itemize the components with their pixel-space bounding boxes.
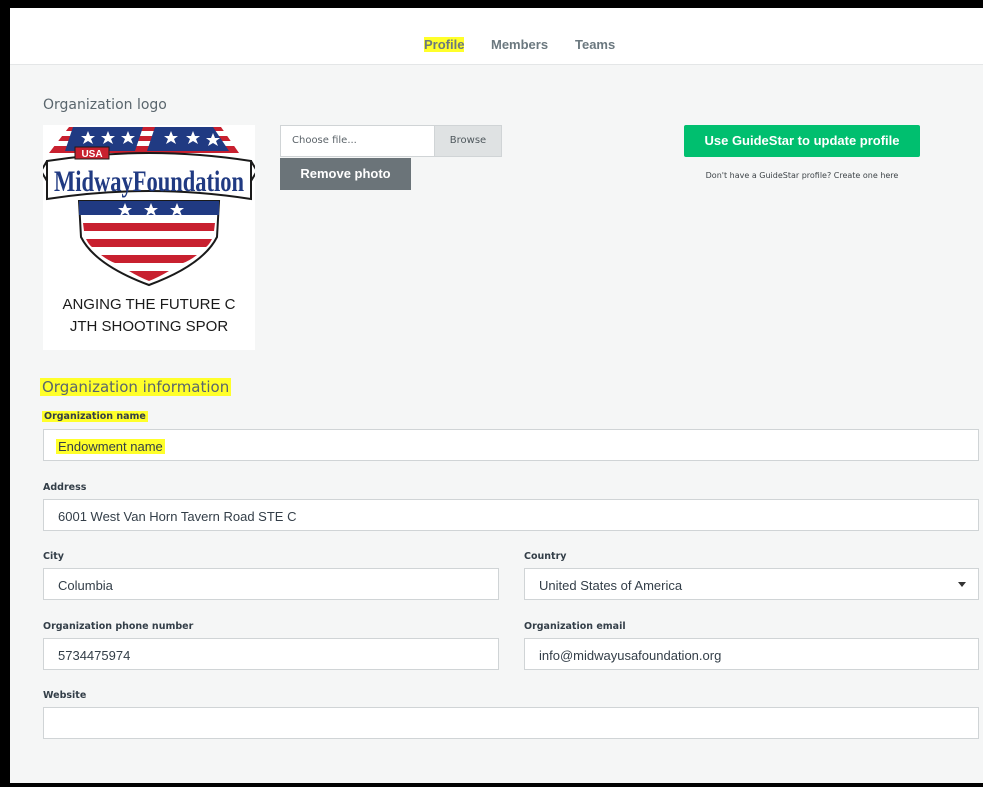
city-input[interactable]: Columbia: [43, 568, 499, 600]
logo-brand-text: MidwayFoundation: [54, 165, 244, 198]
midway-foundation-logo-image: USA MidwayFoundation ANGING THE FUTURE C…: [43, 127, 255, 335]
file-input-placeholder: Choose file...: [292, 135, 357, 146]
website-input[interactable]: [43, 707, 979, 739]
remove-photo-button[interactable]: Remove photo: [280, 158, 411, 190]
phone-value: 5734475974: [58, 648, 131, 663]
email-input[interactable]: info@midwayusafoundation.org: [524, 638, 979, 670]
profile-page: Profile Members Teams Organization logo: [10, 8, 983, 783]
tab-profile[interactable]: Profile: [424, 37, 465, 52]
guidestar-create-link[interactable]: Don't have a GuideStar profile? Create o…: [684, 171, 920, 180]
address-input[interactable]: 6001 West Van Horn Tavern Road STE C: [43, 499, 979, 531]
chevron-down-icon[interactable]: [958, 582, 966, 587]
org-name-value: Endowment name: [56, 439, 165, 454]
website-label: Website: [43, 690, 87, 701]
city-value: Columbia: [58, 578, 113, 593]
logo-tagline-line-1: ANGING THE FUTURE C: [62, 296, 235, 313]
tab-members[interactable]: Members: [491, 37, 548, 52]
logo-section-title: Organization logo: [43, 97, 167, 113]
logo-usa-text: USA: [81, 149, 102, 160]
address-value: 6001 West Van Horn Tavern Road STE C: [58, 509, 297, 524]
country-select[interactable]: United States of America: [524, 568, 979, 600]
org-name-label: Organization name: [42, 411, 148, 422]
logo-file-input[interactable]: Choose file... Browse: [280, 125, 502, 157]
logo-tagline-line-2: JTH SHOOTING SPOR: [70, 318, 229, 335]
organization-logo: USA MidwayFoundation ANGING THE FUTURE C…: [43, 125, 255, 350]
country-label: Country: [524, 551, 567, 562]
org-name-input[interactable]: Endowment name: [43, 429, 979, 461]
guidestar-update-button[interactable]: Use GuideStar to update profile: [684, 125, 920, 157]
address-label: Address: [43, 482, 87, 493]
email-value: info@midwayusafoundation.org: [539, 648, 722, 663]
email-label: Organization email: [524, 621, 626, 632]
tab-teams[interactable]: Teams: [575, 37, 615, 52]
country-value: United States of America: [539, 578, 683, 593]
city-label: City: [43, 551, 64, 562]
phone-label: Organization phone number: [43, 621, 194, 632]
browse-button[interactable]: Browse: [434, 126, 501, 156]
info-section-title: Organization information: [40, 378, 232, 396]
phone-input[interactable]: 5734475974: [43, 638, 499, 670]
top-nav: Profile Members Teams: [10, 8, 983, 65]
